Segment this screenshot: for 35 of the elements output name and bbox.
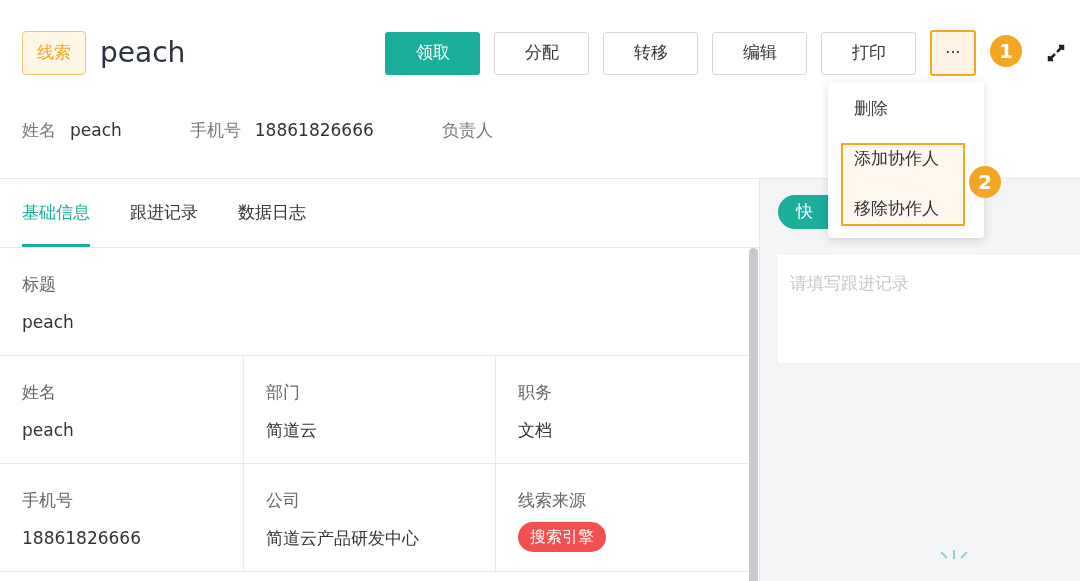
- field-label: 线索来源: [518, 489, 586, 512]
- summary-label: 手机号: [189, 119, 241, 143]
- toolbar-button[interactable]: 编辑: [712, 31, 807, 75]
- field-label: 标题: [22, 273, 56, 296]
- field-value: peach: [22, 310, 74, 334]
- field-label: 姓名: [22, 381, 56, 404]
- tab[interactable]: 数据日志: [238, 179, 306, 247]
- field-value: peach: [22, 418, 74, 442]
- field-value: 简道云: [266, 418, 317, 442]
- summary-label: 负责人: [441, 119, 493, 143]
- field-label: 部门: [266, 381, 300, 404]
- menu-item[interactable]: 移除协作人: [854, 196, 939, 222]
- follow-up-input[interactable]: 请填写跟进记录: [778, 255, 1080, 363]
- toolbar-button[interactable]: 打印: [821, 31, 916, 75]
- menu-item[interactable]: 删除: [854, 96, 888, 122]
- expand-icon[interactable]: [1046, 43, 1066, 63]
- summary-value: 18861826666: [254, 119, 374, 143]
- field-label: 职务: [518, 381, 552, 404]
- field-value: 18861826666: [22, 526, 141, 550]
- summary-label: 姓名: [22, 119, 56, 143]
- tab[interactable]: 跟进记录: [130, 179, 198, 247]
- toolbar-button[interactable]: 转移: [603, 31, 698, 75]
- more-button[interactable]: ···: [930, 30, 976, 76]
- lead-tag: 线索: [22, 31, 86, 75]
- toolbar-button[interactable]: 分配: [494, 31, 589, 75]
- step-marker: 1: [990, 35, 1022, 67]
- scrollbar[interactable]: [749, 248, 758, 581]
- field-label: 手机号: [22, 489, 73, 512]
- summary-value: peach: [70, 119, 122, 143]
- field-label: 公司: [266, 489, 300, 512]
- menu-item[interactable]: 添加协作人: [854, 146, 939, 172]
- field-value: 简道云产品研发中心: [266, 526, 419, 550]
- source-tag: 搜索引擎: [518, 521, 606, 552]
- record-title: peach: [100, 35, 186, 71]
- field-value: 文档: [518, 418, 552, 442]
